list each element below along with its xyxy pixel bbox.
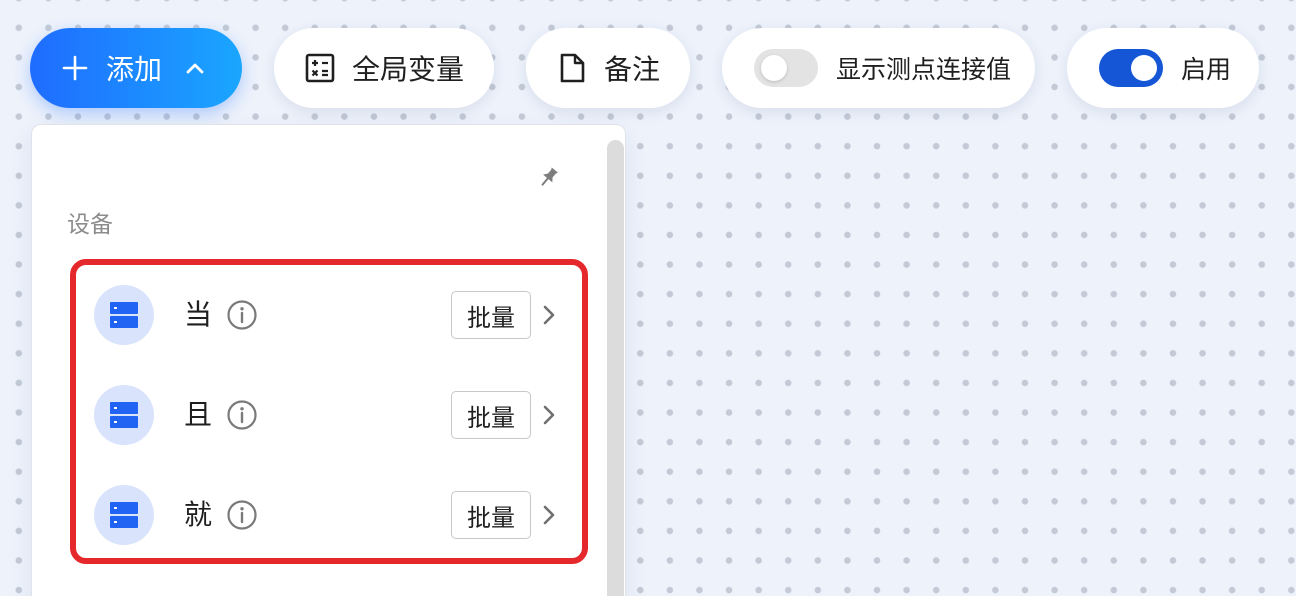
show-point-values-toggle[interactable]: 显示测点连接值: [722, 28, 1035, 108]
device-item-label: 就: [184, 498, 213, 531]
calculator-icon: [305, 53, 335, 83]
switch-knob: [761, 55, 787, 81]
switch-knob: [1131, 55, 1157, 81]
show-point-values-switch[interactable]: [754, 49, 818, 87]
enable-label: 启用: [1181, 55, 1232, 84]
document-icon: [560, 53, 585, 83]
device-avatar: [94, 385, 154, 445]
info-icon[interactable]: [226, 299, 258, 331]
batch-button[interactable]: 批量: [451, 491, 531, 539]
show-point-values-label: 显示测点连接值: [836, 55, 1012, 84]
device-item-dang[interactable]: 当 批量: [94, 285, 564, 345]
chevron-right-icon[interactable]: [540, 402, 558, 428]
server-icon: [110, 402, 138, 428]
server-icon: [110, 302, 138, 328]
note-button[interactable]: 备注: [526, 28, 690, 108]
info-icon[interactable]: [226, 499, 258, 531]
pin-icon[interactable]: [538, 166, 560, 188]
server-icon: [110, 502, 138, 528]
device-item-qie[interactable]: 且 批量: [94, 385, 564, 445]
chevron-up-icon: [186, 63, 204, 74]
add-dropdown-panel: 设备 当 批量 且 批量 就 批量: [31, 124, 626, 596]
info-icon[interactable]: [226, 399, 258, 431]
chevron-right-icon[interactable]: [540, 502, 558, 528]
plus-icon: [62, 55, 88, 81]
batch-button[interactable]: 批量: [451, 391, 531, 439]
chevron-right-icon[interactable]: [540, 302, 558, 328]
global-variables-label: 全局变量: [352, 53, 465, 86]
note-label: 备注: [604, 53, 661, 86]
add-button-label: 添加: [106, 53, 163, 86]
add-button[interactable]: 添加: [30, 28, 242, 108]
scrollbar[interactable]: [607, 140, 624, 596]
enable-switch[interactable]: [1099, 49, 1163, 87]
global-variables-button[interactable]: 全局变量: [274, 28, 494, 108]
section-title-device: 设备: [67, 212, 113, 238]
device-item-label: 且: [184, 398, 213, 431]
device-item-jiu[interactable]: 就 批量: [94, 485, 564, 545]
batch-button[interactable]: 批量: [451, 291, 531, 339]
enable-toggle[interactable]: 启用: [1067, 28, 1259, 108]
device-avatar: [94, 285, 154, 345]
device-avatar: [94, 485, 154, 545]
device-item-label: 当: [184, 298, 213, 331]
